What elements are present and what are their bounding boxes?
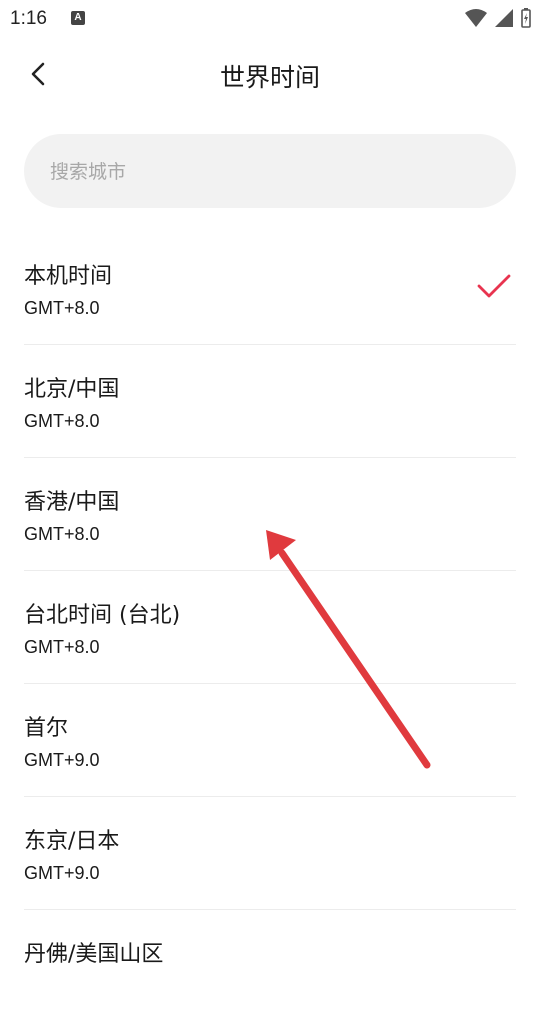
city-offset: GMT+8.0: [24, 298, 100, 318]
list-item[interactable]: 香港/中国 GMT+8.0: [0, 458, 540, 571]
city-list: 本机时间 GMT+8.0 北京/中国 GMT+8.0 香港/中国 GMT+8.0…: [0, 232, 540, 1023]
status-time: 1:16: [10, 8, 47, 29]
list-item[interactable]: 首尔 GMT+9.0: [0, 684, 540, 797]
wifi-icon: [464, 9, 487, 27]
city-offset: GMT+8.0: [24, 524, 100, 544]
status-bar: 1:16 A: [0, 0, 540, 36]
city-offset: GMT+8.0: [24, 411, 100, 431]
city-offset: GMT+9.0: [24, 750, 100, 770]
check-icon: [477, 274, 511, 298]
city-offset: GMT+8.0: [24, 637, 100, 657]
list-item[interactable]: 本机时间 GMT+8.0: [0, 232, 540, 345]
notification-letter: A: [74, 12, 82, 23]
city-name: 台北时间 (台北): [24, 603, 181, 628]
status-icons: [464, 8, 532, 28]
page-title: 世界时间: [219, 63, 320, 92]
list-item[interactable]: 台北时间 (台北) GMT+8.0: [0, 571, 540, 684]
city-offset: GMT+9.0: [24, 863, 100, 883]
notification-icon: A: [71, 11, 85, 25]
battery-icon: [521, 8, 531, 28]
city-name: 本机时间: [24, 264, 113, 289]
list-item[interactable]: 北京/中国 GMT+8.0: [0, 345, 540, 458]
list-item[interactable]: 东京/日本 GMT+9.0: [0, 797, 540, 910]
city-name: 首尔: [24, 716, 69, 741]
list-item[interactable]: 丹佛/美国山区: [0, 910, 540, 1023]
city-name: 北京/中国: [24, 377, 120, 402]
search-input[interactable]: [48, 134, 492, 210]
signal-icon: [494, 9, 513, 27]
city-name: 丹佛/美国山区: [24, 942, 164, 967]
city-name: 香港/中国: [24, 490, 120, 515]
search-box[interactable]: [24, 134, 516, 210]
city-name: 东京/日本: [24, 829, 120, 854]
header: 世界时间: [0, 36, 540, 112]
